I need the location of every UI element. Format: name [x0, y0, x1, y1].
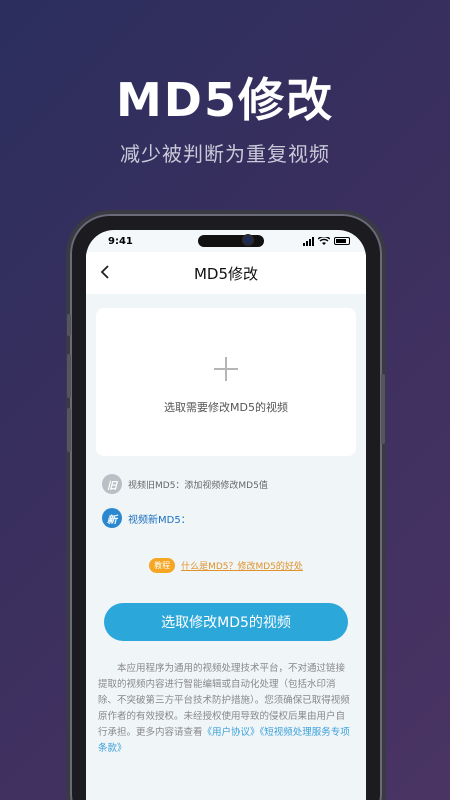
- plus-icon: [214, 357, 238, 381]
- old-badge-icon: 旧: [102, 474, 122, 494]
- battery-icon: [334, 237, 350, 245]
- status-time: 9:41: [108, 235, 133, 247]
- video-upload-area[interactable]: 选取需要修改MD5的视频: [96, 308, 356, 456]
- new-md5-row: 新 视频新MD5：: [102, 508, 356, 528]
- new-badge-icon: 新: [102, 508, 122, 528]
- phone-frame: 9:41 MD5修改 选取需要修改MD5的视频 旧 视频旧MD5：添加视频修改M…: [67, 214, 385, 800]
- nav-bar: MD5修改: [86, 252, 366, 294]
- user-agreement-link[interactable]: 《用户协议》: [203, 727, 260, 738]
- signal-icon: [303, 236, 314, 246]
- hero-title: MD5修改: [116, 73, 334, 127]
- upload-text: 选取需要修改MD5的视频: [164, 401, 288, 414]
- dynamic-island: [198, 235, 264, 247]
- hero-subtitle: 减少被判断为重复视频: [120, 142, 330, 166]
- wifi-icon: [318, 236, 330, 245]
- tutorial-badge: 教程: [149, 558, 176, 573]
- select-video-button[interactable]: 选取修改MD5的视频: [104, 603, 348, 641]
- chevron-left-icon[interactable]: [100, 264, 114, 282]
- phone-screen: 9:41 MD5修改 选取需要修改MD5的视频 旧 视频旧MD5：添加视频修改M…: [86, 230, 366, 800]
- old-md5-row: 旧 视频旧MD5：添加视频修改MD5值: [102, 474, 356, 494]
- tutorial-row: 教程 什么是MD5？修改MD5的好处: [96, 558, 356, 573]
- camera-icon: [242, 234, 254, 246]
- tutorial-link[interactable]: 什么是MD5？修改MD5的好处: [181, 559, 303, 572]
- nav-title: MD5修改: [193, 264, 259, 283]
- new-md5-text: 视频新MD5：: [128, 514, 191, 526]
- disclaimer-text: 本应用程序为通用的视频处理技术平台，不对通过链接提取的视频内容进行智能编辑或自动…: [96, 661, 356, 757]
- main-content: 选取需要修改MD5的视频 旧 视频旧MD5：添加视频修改MD5值 新 视频新MD…: [86, 294, 366, 800]
- old-md5-text: 视频旧MD5：添加视频修改MD5值: [128, 480, 268, 491]
